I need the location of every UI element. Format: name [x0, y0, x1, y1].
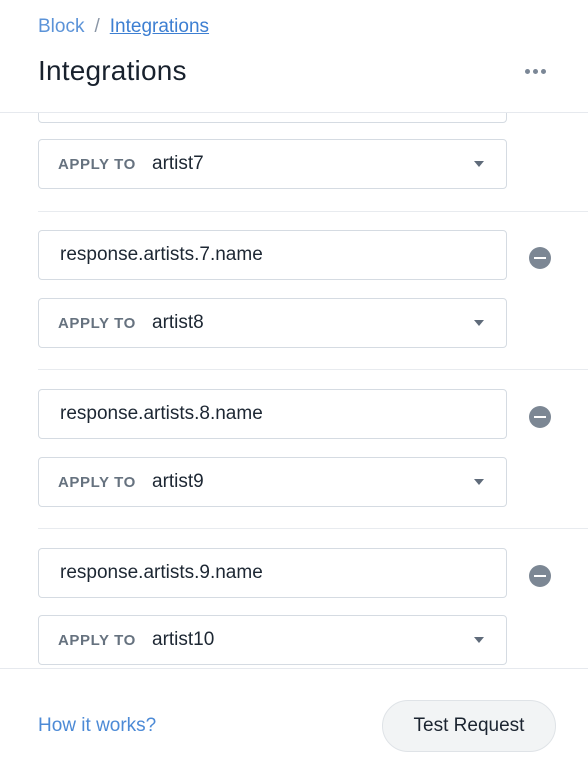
apply-to-value: artist10: [152, 629, 215, 650]
mappings-scroll-area[interactable]: APPLY TO artist7 response.artists.7.name…: [0, 113, 588, 668]
more-options-button[interactable]: [518, 58, 552, 84]
caret-down-icon: [474, 161, 484, 167]
response-path-input[interactable]: response.artists.7.name: [38, 230, 507, 280]
apply-to-label: APPLY TO: [58, 631, 136, 649]
row-divider: [38, 528, 588, 529]
apply-to-label: APPLY TO: [58, 473, 136, 491]
apply-to-select[interactable]: APPLY TO artist7: [38, 139, 507, 189]
caret-down-icon: [474, 637, 484, 643]
caret-down-icon: [474, 479, 484, 485]
breadcrumb-integrations-link[interactable]: Integrations: [110, 16, 209, 38]
integrations-panel: Block / Integrations Integrations APPLY …: [0, 0, 588, 766]
apply-to-label: APPLY TO: [58, 155, 136, 173]
response-path-input[interactable]: response.artists.8.name: [38, 389, 507, 439]
page-title: Integrations: [38, 55, 187, 86]
response-path-input[interactable]: [38, 113, 507, 123]
row-divider: [38, 369, 588, 370]
caret-down-icon: [474, 320, 484, 326]
breadcrumb-separator: /: [94, 16, 100, 37]
more-horizontal-icon: [524, 68, 530, 74]
remove-mapping-minus-icon[interactable]: [529, 406, 551, 428]
apply-to-select[interactable]: APPLY TO artist8: [38, 298, 507, 348]
apply-to-label: APPLY TO: [58, 314, 136, 332]
apply-to-value: artist7: [152, 153, 204, 174]
remove-mapping-minus-icon[interactable]: [529, 247, 551, 269]
apply-to-value: artist9: [152, 471, 204, 492]
response-path-input[interactable]: response.artists.9.name: [38, 548, 507, 598]
apply-to-select[interactable]: APPLY TO artist10: [38, 615, 507, 665]
apply-to-select[interactable]: APPLY TO artist9: [38, 457, 507, 507]
panel-footer: How it works? Test Request: [0, 668, 588, 766]
apply-to-value: artist8: [152, 312, 204, 333]
remove-mapping-minus-icon[interactable]: [529, 565, 551, 587]
how-it-works-link[interactable]: How it works?: [38, 715, 156, 737]
breadcrumb: Block / Integrations: [38, 16, 209, 38]
breadcrumb-block-link[interactable]: Block: [38, 16, 84, 38]
row-divider: [38, 211, 588, 212]
test-request-button[interactable]: Test Request: [382, 700, 556, 752]
panel-header: Block / Integrations Integrations: [0, 0, 588, 113]
